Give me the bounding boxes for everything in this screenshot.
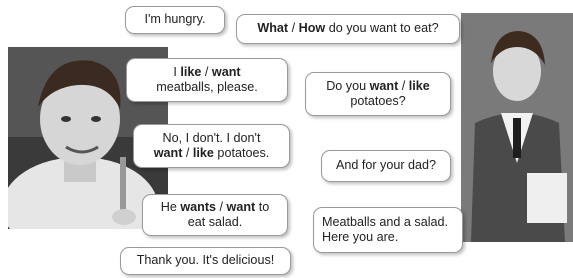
speech-bubble-dad: And for your dad? [321, 150, 451, 182]
bubble-line: I like / want [173, 65, 240, 81]
bubble-text: Thank you. It's delicious! [136, 253, 275, 268]
bubble-text-rest: do you want to eat? [325, 21, 439, 36]
speech-bubble-dont-want: No, I don't. I don't want / like potatoe… [133, 124, 290, 168]
option-word: How [298, 21, 326, 36]
bubble-text: to [255, 199, 270, 214]
bubble-line: Here you are. [322, 230, 399, 244]
option-separator: / [182, 146, 193, 160]
speech-bubble-want-like: Do you want / like potatoes? [305, 72, 451, 116]
option-separator: / [398, 78, 409, 93]
option-word: want [153, 146, 183, 160]
option-word: want [369, 78, 399, 93]
bubble-line: eat salad. [187, 215, 243, 229]
bubble-line: Do you want / like [326, 79, 430, 95]
speech-bubble-hungry: I'm hungry. [125, 6, 225, 34]
option-word: want [211, 64, 241, 79]
speech-bubble-meatballs-salad: Meatballs and a salad. Here you are. [313, 207, 463, 253]
option-separator: / [216, 199, 227, 214]
speech-bubble-like-want: I like / want meatballs, please. [126, 58, 288, 102]
bubble-text: And for your dad? [335, 158, 437, 173]
speech-bubble-what-how: What / How do you want to eat? [236, 14, 460, 44]
option-word: want [226, 199, 256, 214]
bubble-text: He [160, 199, 181, 214]
option-word: like [408, 78, 430, 93]
bubble-line: He wants / want to [161, 200, 270, 216]
option-word: like [192, 146, 214, 160]
bubble-text: I'm hungry. [144, 12, 206, 27]
bubble-text-rest: potatoes. [213, 146, 270, 160]
bubble-line: want / like potatoes. [154, 146, 270, 162]
option-word: like [180, 64, 202, 79]
option-word: What [257, 21, 289, 36]
speech-bubble-delicious: Thank you. It's delicious! [120, 247, 291, 275]
bubble-text: Do you [326, 78, 370, 93]
option-separator: / [201, 64, 212, 79]
speech-bubble-wants: He wants / want to eat salad. [142, 194, 288, 236]
bubble-line: potatoes? [350, 94, 406, 108]
bubble-line: Meatballs and a salad. [322, 214, 449, 229]
waitress-illustration [461, 13, 573, 242]
option-word: wants [180, 199, 217, 214]
bubble-line: No, I don't. I don't [162, 130, 261, 145]
bubble-text: What / How do you want to eat? [257, 21, 438, 37]
bubble-line: meatballs, please. [156, 80, 258, 94]
option-separator: / [288, 21, 299, 36]
waitress-photo [461, 13, 573, 242]
